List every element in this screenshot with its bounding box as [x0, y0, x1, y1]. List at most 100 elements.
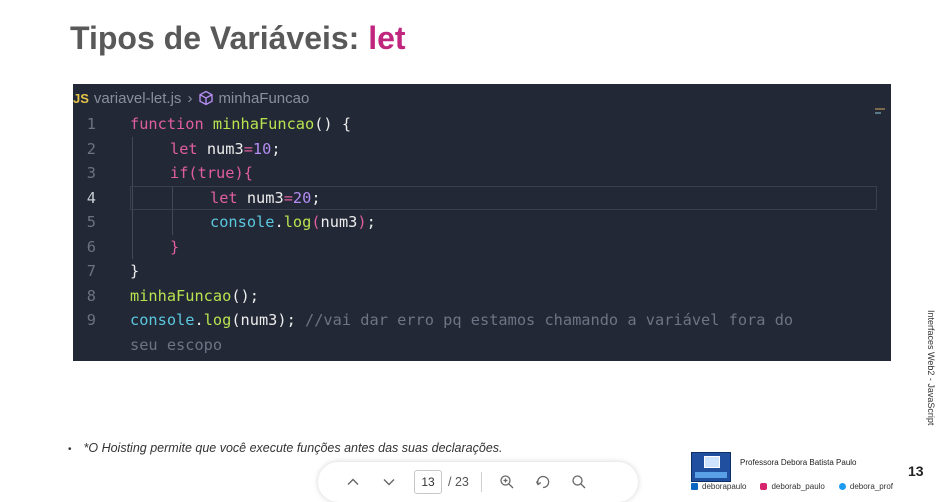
code-token: minhaFuncao	[212, 115, 315, 133]
code-line: 5 console.log(num3);	[73, 210, 891, 235]
code-token: ;	[366, 213, 376, 231]
indent-guide	[132, 234, 133, 259]
code-line: 6}	[73, 234, 891, 260]
code-text: console.log(num3);	[210, 210, 376, 235]
code-token: let	[170, 139, 207, 158]
code-line: 4 let num3=20;	[73, 185, 891, 211]
code-token: }	[170, 237, 180, 256]
code-line: 2 let num3=10;	[73, 136, 891, 162]
code-token: () {	[314, 115, 352, 133]
side-caption: Interfaces Web2 - JavaScript	[926, 310, 936, 426]
code-token: 10	[252, 139, 272, 158]
line-number: 3	[86, 164, 96, 182]
code-token: if	[170, 164, 189, 182]
title-main: Tipos de Variáveis:	[70, 20, 369, 56]
code-text: minhaFuncao();	[130, 284, 259, 309]
code-line: seu escopo	[73, 333, 891, 358]
code-editor-screenshot: JS variavel-let.js › minhaFuncao 1 functi…	[73, 84, 891, 361]
note-text: *O Hoisting permite que você execute fun…	[83, 441, 503, 455]
code-text: }	[170, 235, 179, 260]
code-token: )	[357, 213, 367, 231]
code-token: }	[130, 262, 140, 280]
cube-icon	[198, 90, 214, 106]
bullet-note: • *O Hoisting permite que você execute fu…	[68, 441, 503, 455]
twitter-icon	[838, 483, 846, 490]
code-token: ;	[271, 139, 281, 158]
code-token: 20	[292, 188, 312, 207]
breadcrumb-symbol: minhaFuncao	[218, 89, 310, 107]
toolbar-divider	[480, 472, 482, 492]
code-token: console	[130, 311, 195, 329]
line-number: 6	[86, 237, 96, 256]
indent-guide	[132, 210, 133, 235]
code-token: =	[283, 188, 293, 207]
code-token: (	[311, 213, 321, 231]
line-number: 5	[86, 213, 96, 231]
page-total: / 23	[448, 475, 469, 489]
code-text: let num3=20;	[210, 186, 321, 211]
code-line: 3 if(true){	[73, 161, 891, 186]
breadcrumb-file: variavel-let.js	[93, 89, 182, 107]
code-token: let	[210, 188, 247, 207]
chevron-up-icon[interactable]	[340, 469, 366, 495]
code-token: console	[210, 213, 275, 231]
indent-guide	[132, 161, 133, 186]
code-token: log	[283, 213, 312, 231]
line-number: 9	[86, 311, 96, 329]
code-token: num3	[246, 188, 284, 207]
code-text: if(true){	[170, 161, 253, 186]
code-text: let num3=10;	[170, 137, 281, 162]
pdf-toolbar: / 23	[318, 462, 638, 502]
code-token: ();	[231, 286, 259, 305]
rotate-icon[interactable]	[530, 469, 556, 495]
code-text: console.log(num3); //vai dar erro pq est…	[130, 308, 793, 333]
code-token: (num3);	[231, 311, 306, 329]
line-number: 4	[86, 188, 96, 207]
line-number: 8	[86, 286, 96, 305]
code-text: seu escopo	[130, 333, 222, 358]
code-token: (	[188, 164, 198, 182]
code-token: ){	[234, 164, 253, 182]
search-icon[interactable]	[566, 469, 592, 495]
social-links: deborapaulo deborab_paulo debora_prof	[691, 482, 907, 491]
slide-title: Tipos de Variáveis: let	[70, 20, 406, 57]
line-number: 1	[86, 115, 96, 133]
code-token: =	[243, 139, 253, 158]
chevron-down-icon[interactable]	[376, 469, 402, 495]
indent-guide	[172, 185, 173, 210]
breadcrumb: JS variavel-let.js › minhaFuncao	[73, 88, 309, 108]
title-highlight: let	[368, 20, 406, 56]
chevron-right-icon: ›	[187, 89, 193, 107]
indent-guide	[172, 210, 173, 235]
code-token: log	[203, 311, 232, 329]
line-number: 2	[86, 139, 96, 158]
indent-guide	[132, 136, 133, 161]
code-lines: 1 function minhaFuncao() {2 let num3=10; 3 i…	[73, 112, 891, 357]
code-token: num3	[320, 213, 358, 231]
code-line: 7}	[73, 259, 891, 284]
code-line: 1 function minhaFuncao() {	[73, 112, 891, 137]
code-line: 8 minhaFuncao();	[73, 284, 891, 309]
zoom-in-icon[interactable]	[494, 469, 520, 495]
code-token: function	[130, 115, 213, 133]
code-token: //vai dar erro pq estamos chamando a var…	[305, 311, 794, 329]
linkedin-icon	[691, 483, 698, 490]
code-token: ;	[311, 188, 321, 207]
code-token: true	[197, 164, 235, 182]
instagram-icon	[760, 483, 768, 490]
js-file-icon: JS	[73, 90, 89, 106]
code-text: function minhaFuncao() {	[130, 112, 351, 137]
code-token: .	[274, 213, 284, 231]
page-number-input[interactable]	[414, 470, 442, 494]
course-logo	[691, 452, 731, 482]
code-token: .	[194, 311, 204, 329]
code-token: seu escopo	[130, 335, 223, 354]
code-text: }	[130, 259, 139, 284]
linkedin-link[interactable]: deborapaulo	[691, 482, 746, 491]
twitter-link[interactable]: debora_prof	[838, 482, 893, 491]
code-token: num3	[206, 139, 244, 158]
bullet-marker: •	[68, 444, 72, 455]
line-number: 7	[86, 262, 96, 280]
code-token: minhaFuncao	[130, 286, 232, 305]
instagram-link[interactable]: deborab_paulo	[760, 482, 825, 491]
